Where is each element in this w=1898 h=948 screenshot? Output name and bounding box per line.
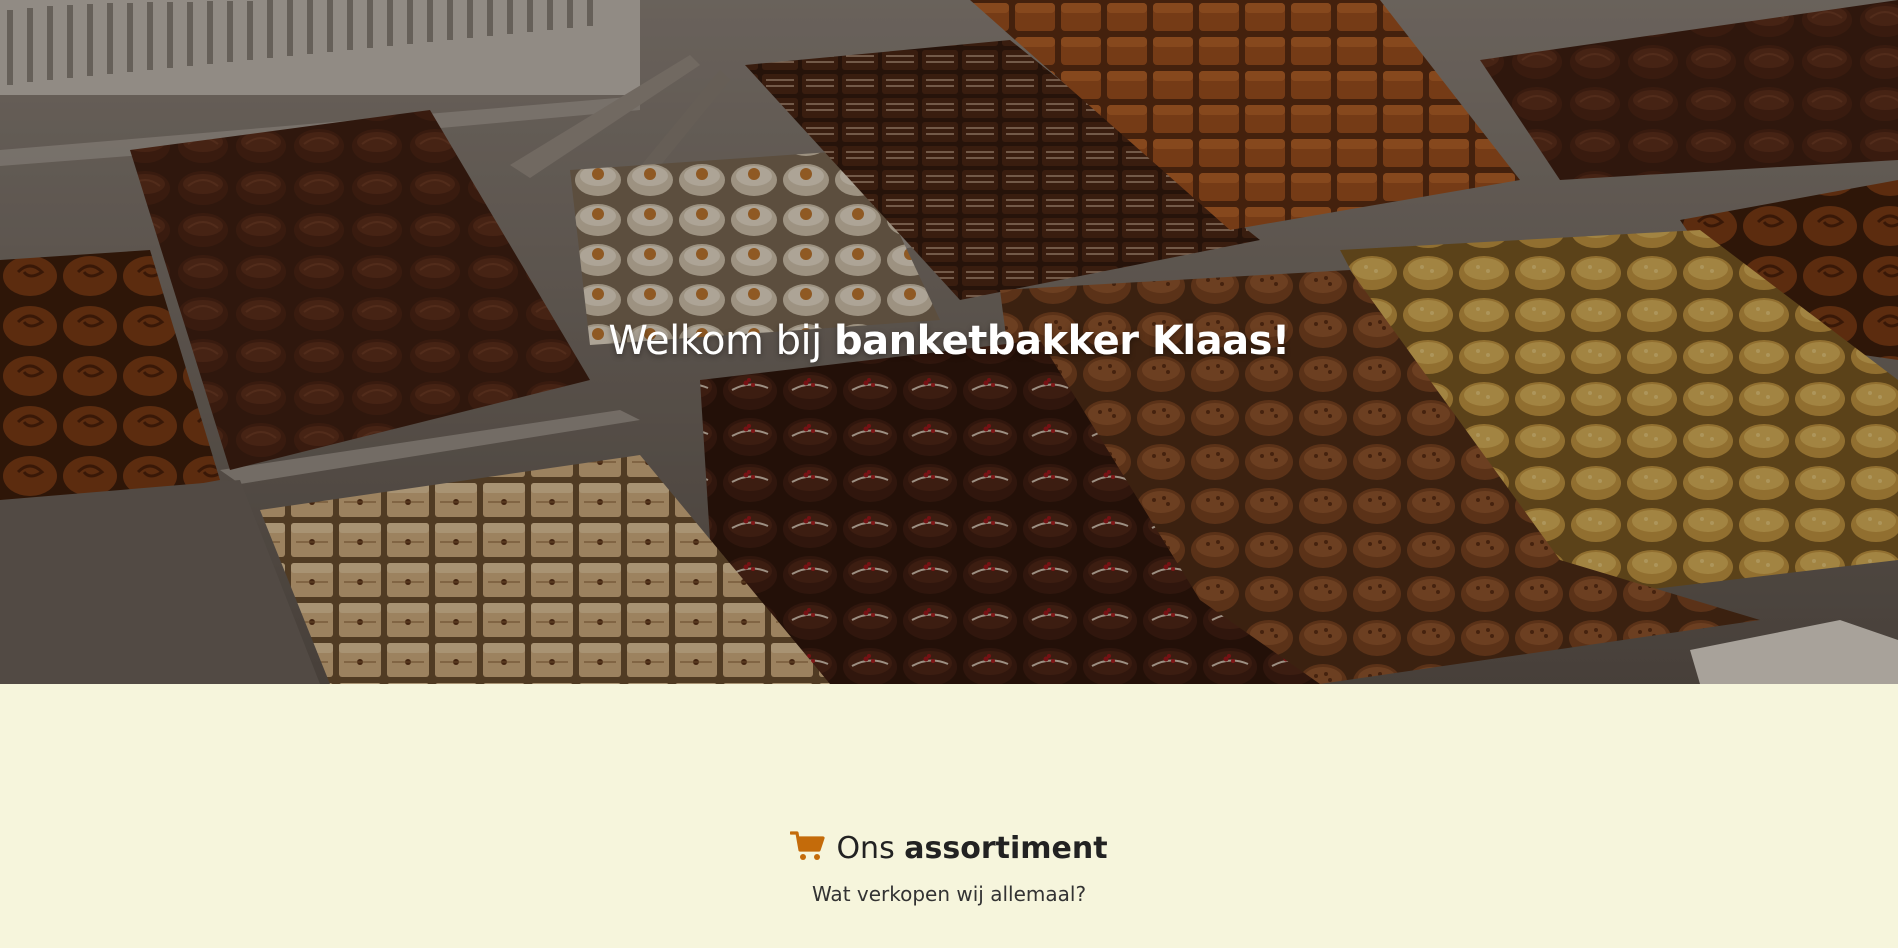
hero-title: Welkom bij banketbakker Klaas! — [0, 318, 1898, 364]
hero-banner: Welkom bij banketbakker Klaas! — [0, 0, 1898, 684]
assortiment-title-bold: assortiment — [904, 831, 1108, 866]
hero-title-light: Welkom bij — [608, 318, 822, 364]
assortiment-subtitle: Wat verkopen wij allemaal? — [811, 882, 1087, 906]
assortiment-heading: Ons assortiment — [0, 830, 1898, 866]
assortiment-section: Ons assortiment Wat verkopen wij allemaa… — [0, 684, 1898, 948]
shopping-cart-icon — [790, 831, 826, 860]
hero-title-bold: banketbakker Klaas! — [834, 318, 1290, 364]
assortiment-title-light: Ons — [836, 831, 895, 866]
